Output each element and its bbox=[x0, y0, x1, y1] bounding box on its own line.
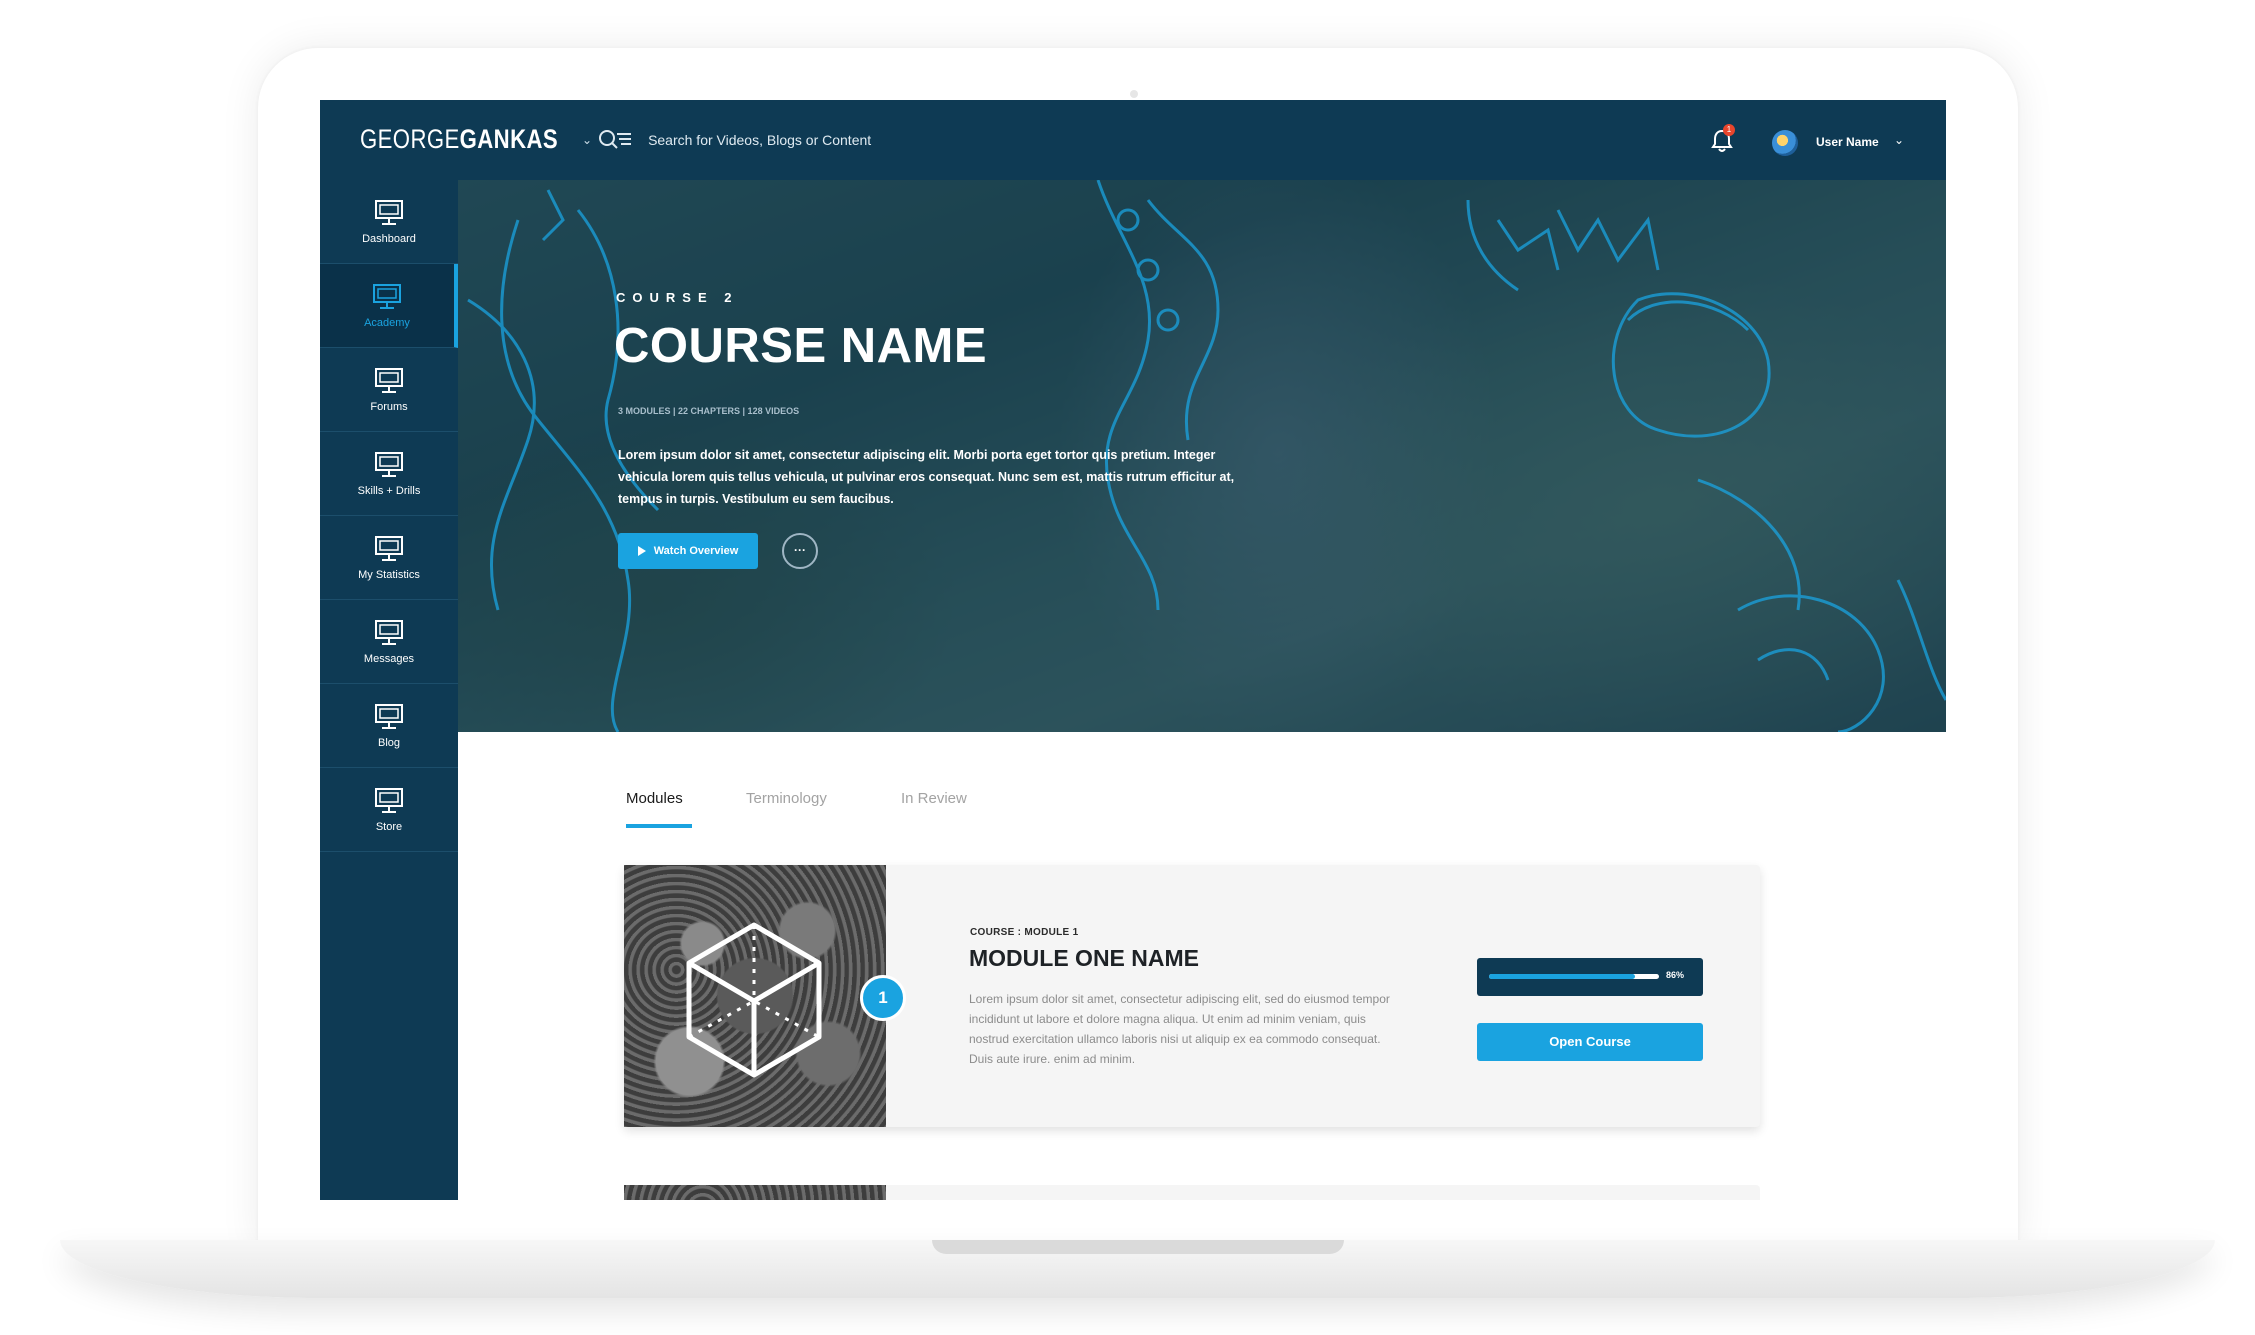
module-kicker: COURSE : MODULE 1 bbox=[970, 927, 1079, 938]
sidebar-item-label: Academy bbox=[364, 316, 410, 329]
module-card bbox=[624, 1185, 1760, 1200]
sidebar-item-skills-drills[interactable]: Skills + Drills bbox=[320, 432, 458, 516]
module-number-badge: 1 bbox=[860, 975, 906, 1021]
watch-overview-button[interactable]: Watch Overview bbox=[618, 533, 758, 569]
cube-icon bbox=[686, 922, 822, 1078]
monitor-icon bbox=[375, 703, 403, 729]
logo-text-light: GEORGE bbox=[360, 124, 460, 154]
tab-in-review[interactable]: In Review bbox=[901, 790, 967, 807]
sidebar: Dashboard Academy Forums Skills + Drills… bbox=[320, 180, 458, 1200]
sidebar-item-label: Forums bbox=[370, 400, 408, 413]
progress-fill bbox=[1489, 974, 1636, 979]
monitor-icon bbox=[375, 787, 403, 813]
sidebar-item-label: Store bbox=[375, 820, 403, 833]
module-thumbnail[interactable] bbox=[624, 865, 886, 1127]
sidebar-item-label: My Statistics bbox=[358, 568, 420, 581]
progress-track bbox=[1489, 974, 1659, 979]
module-description: Lorem ipsum dolor sit amet, consectetur … bbox=[969, 992, 1390, 1066]
course-meta: 3 MODULES | 22 CHAPTERS | 128 VIDEOS bbox=[618, 406, 800, 416]
sidebar-item-my-statistics[interactable]: My Statistics bbox=[320, 516, 458, 600]
course-kicker: COURSE 2 bbox=[616, 290, 739, 305]
laptop-notch bbox=[932, 1240, 1344, 1254]
open-course-button[interactable]: Open Course bbox=[1477, 1023, 1703, 1061]
more-options-button[interactable]: ··· bbox=[782, 533, 818, 569]
sidebar-item-label: Messages bbox=[363, 652, 415, 665]
module-progress: 86% bbox=[1477, 958, 1703, 996]
sidebar-item-blog[interactable]: Blog bbox=[320, 684, 458, 768]
active-tab-indicator bbox=[626, 824, 692, 828]
monitor-icon bbox=[375, 535, 403, 561]
user-name[interactable]: User Name bbox=[1816, 135, 1879, 149]
sidebar-item-academy[interactable]: Academy bbox=[320, 264, 458, 348]
camera-dot bbox=[1130, 90, 1138, 98]
monitor-icon bbox=[375, 199, 403, 225]
search-input[interactable] bbox=[648, 132, 909, 148]
module-thumbnail[interactable] bbox=[624, 1185, 886, 1200]
top-bar: GEORGEGANKAS ⌄ 1 User Name ⌄ bbox=[320, 100, 1946, 180]
sidebar-item-store[interactable]: Store bbox=[320, 768, 458, 852]
chevron-down-icon[interactable]: ⌄ bbox=[1894, 133, 1904, 147]
logo-text-bold: GANKAS bbox=[459, 124, 559, 154]
search-bar[interactable]: ⌄ bbox=[582, 122, 909, 158]
sidebar-item-label: Skills + Drills bbox=[357, 484, 421, 497]
sidebar-item-label: Dashboard bbox=[362, 232, 416, 245]
sidebar-item-dashboard[interactable]: Dashboard bbox=[320, 180, 458, 264]
watch-overview-label: Watch Overview bbox=[653, 545, 739, 557]
monitor-icon bbox=[375, 619, 403, 645]
play-icon bbox=[637, 546, 646, 556]
notification-badge: 1 bbox=[1723, 124, 1735, 136]
sidebar-item-label: Blog bbox=[377, 736, 401, 749]
module-title: MODULE ONE NAME bbox=[969, 945, 1199, 971]
tab-modules[interactable]: Modules bbox=[626, 790, 683, 807]
monitor-icon bbox=[375, 367, 403, 393]
logo[interactable]: GEORGEGANKAS bbox=[360, 124, 558, 155]
module-card: 1 COURSE : MODULE 1 MODULE ONE NAME Lore… bbox=[624, 865, 1760, 1127]
course-hero: COURSE 2 COURSE NAME 3 MODULES | 22 CHAP… bbox=[458, 180, 1946, 732]
app-screen: GEORGEGANKAS ⌄ 1 User Name ⌄ Dashboard bbox=[320, 100, 1946, 1200]
sidebar-item-forums[interactable]: Forums bbox=[320, 348, 458, 432]
monitor-icon bbox=[373, 283, 401, 309]
course-title: COURSE NAME bbox=[614, 319, 988, 373]
chevron-down-icon[interactable]: ⌄ bbox=[582, 133, 592, 147]
search-filter-icon[interactable] bbox=[598, 128, 632, 152]
monitor-icon bbox=[375, 451, 403, 477]
progress-percent: 86% bbox=[1666, 970, 1685, 980]
tab-terminology[interactable]: Terminology bbox=[746, 790, 827, 807]
sidebar-item-messages[interactable]: Messages bbox=[320, 600, 458, 684]
avatar[interactable] bbox=[1772, 130, 1798, 156]
course-description: Lorem ipsum dolor sit amet, consectetur … bbox=[618, 448, 1235, 506]
